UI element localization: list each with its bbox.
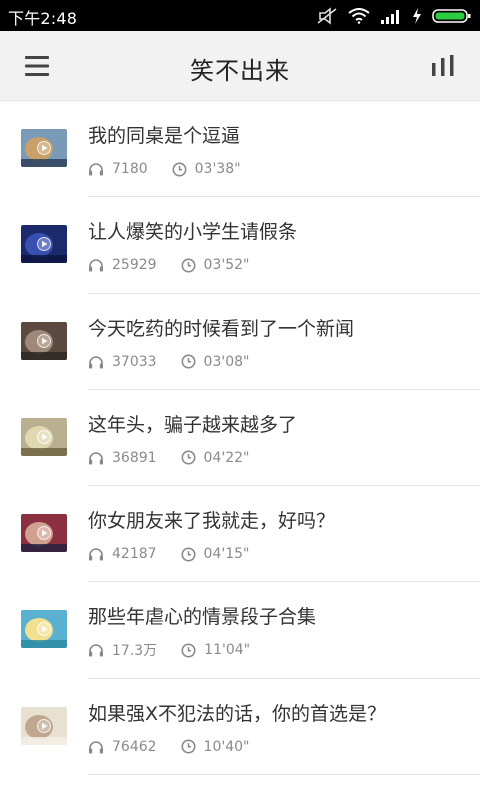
clock-icon [181,450,196,465]
duration: 04'22" [181,449,250,466]
duration: 03'38" [172,161,241,177]
thumbnail [21,225,67,264]
item-title: 你女朋友来了我就走，好吗？ [88,510,336,533]
list-item[interactable]: 如果强X不犯法的话，你的首选是？ 76462 10'40" [0,679,480,776]
thumbnail-caption-band [21,255,67,264]
play-count: 76462 [88,739,157,755]
battery-icon [432,9,471,23]
duration: 11'04" [181,642,250,658]
duration: 10'40" [181,738,250,755]
thumbnail [21,610,67,649]
thumbnail [21,321,67,360]
duration-text: 04'15" [203,546,250,563]
thumbnail-caption-band [21,351,67,360]
duration-text: 03'52" [203,257,250,274]
app-toolbar: 笑不出来 [0,31,480,101]
charging-icon [413,8,421,24]
wifi-icon [348,8,370,24]
play-count-text: 76462 [112,738,157,755]
status-bar: 下午2:48 [0,0,480,31]
headphones-icon [89,259,103,272]
thumbnail [21,706,67,745]
item-title: 今天吃药的时候看到了一个新闻 [88,317,355,340]
audio-list: 我的同桌是个逗逼 7180 03'38" 让人爆笑的小学生请假条 25929 0… [0,101,480,776]
list-item[interactable]: 这年头，骗子越来越多了 36891 04'22" [0,390,480,487]
status-icons [316,6,472,26]
play-count-text: 36891 [112,449,157,466]
duration: 03'52" [181,257,250,274]
item-title: 那些年虐心的情景段子合集 [88,606,317,629]
clock-icon [181,643,196,658]
silent-icon [317,7,337,25]
play-count: 42187 [88,546,157,562]
thumbnail [21,417,67,456]
play-count-text: 42187 [112,546,157,563]
play-icon [37,141,51,155]
item-title: 这年头，骗子越来越多了 [88,413,298,436]
headphones-icon [89,644,103,657]
play-count: 7180 [88,161,148,177]
play-icon [37,237,51,252]
headphones-icon [89,452,103,465]
signal-icon [381,10,399,24]
thumbnail-caption-band [21,736,67,745]
list-item[interactable]: 那些年虐心的情景段子合集 17.3万 11'04" [0,582,480,679]
page-title: 笑不出来 [190,57,290,85]
item-title: 如果强X不犯法的话，你的首选是？ [88,702,387,725]
status-time: 下午2:48 [8,9,78,28]
play-count: 25929 [88,257,157,273]
duration-text: 03'38" [194,161,241,177]
play-count-text: 7180 [112,161,148,177]
thumbnail-caption-band [21,447,67,456]
stats-button[interactable] [426,51,460,81]
headphones-icon [89,740,103,754]
clock-icon [181,547,196,562]
duration-text: 03'08" [203,353,250,370]
item-title: 我的同桌是个逗逼 [88,125,241,147]
list-item[interactable]: 我的同桌是个逗逼 7180 03'38" [0,101,480,198]
headphones-icon [89,163,103,176]
clock-icon [181,354,196,369]
thumbnail-caption-band [21,159,67,167]
play-count: 36891 [88,450,157,466]
item-title: 让人爆笑的小学生请假条 [88,221,298,244]
headphones-icon [89,355,103,369]
thumbnail [21,514,67,553]
play-count-text: 25929 [112,257,157,274]
play-icon [37,526,51,541]
duration-text: 11'04" [204,642,251,659]
list-item[interactable]: 你女朋友来了我就走，好吗？ 42187 04'15" [0,486,480,583]
play-icon [37,429,51,444]
play-icon [37,622,51,637]
duration-text: 10'40" [203,738,250,755]
headphones-icon [89,548,103,561]
thumbnail-caption-band [21,544,67,553]
thumbnail [21,129,67,167]
play-count: 17.3万 [88,640,157,660]
duration: 04'15" [181,546,250,563]
bar-chart-icon [432,55,454,76]
clock-icon [181,258,196,273]
duration-text: 04'22" [203,449,250,466]
divider [88,774,480,776]
clock-icon [181,739,196,754]
list-item[interactable]: 今天吃药的时候看到了一个新闻 37033 03'08" [0,294,480,390]
play-count-text: 17.3万 [112,643,158,660]
play-count: 37033 [88,354,157,370]
thumbnail-caption-band [21,640,67,649]
list-item[interactable]: 让人爆笑的小学生请假条 25929 03'52" [0,197,480,294]
play-count-text: 37033 [112,353,157,370]
play-icon [37,718,51,733]
clock-icon [172,162,187,176]
duration: 03'08" [181,353,250,370]
play-icon [37,333,51,348]
